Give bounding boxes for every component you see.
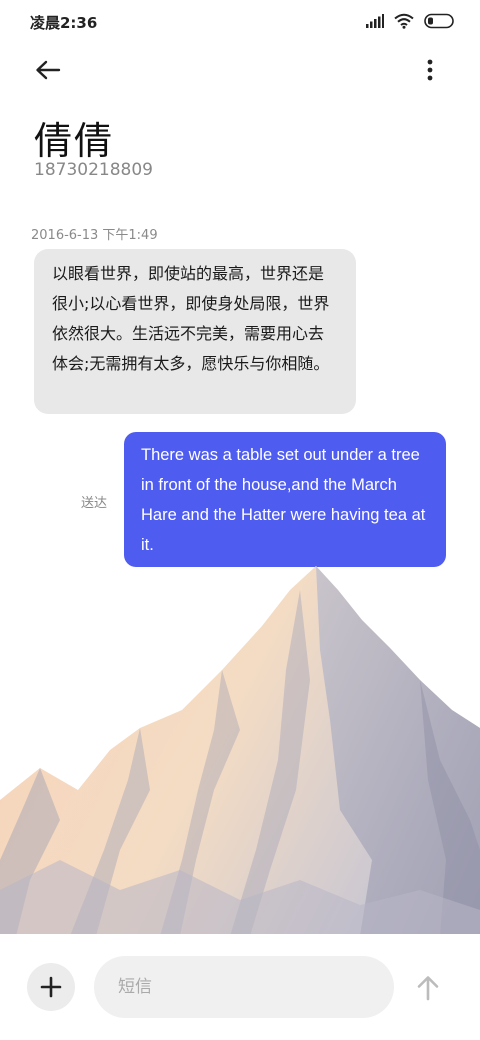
outgoing-message-text: There was a table set out under a tree i… <box>141 446 426 554</box>
more-vertical-icon <box>427 59 433 81</box>
plus-icon <box>40 976 62 998</box>
back-button[interactable] <box>26 50 70 90</box>
header <box>0 42 480 98</box>
contact-number: 18730218809 <box>34 160 153 180</box>
signal-icon <box>366 14 384 28</box>
incoming-message-text: 以眼看世界，即使站的最高，世界还是很小;以心看世界，即使身处局限，世界依然很大。… <box>52 264 330 373</box>
add-attachment-button[interactable] <box>27 963 75 1011</box>
wifi-icon <box>394 13 414 29</box>
composer-bar <box>0 934 480 1040</box>
send-button[interactable] <box>408 968 448 1008</box>
message-timestamp: 2016-6-13 下午1:49 <box>31 228 158 243</box>
arrow-up-icon <box>417 976 439 1001</box>
mountain-wallpaper <box>0 566 480 936</box>
arrow-left-icon <box>36 60 61 80</box>
contact-name: 倩倩 <box>34 119 115 163</box>
message-input[interactable] <box>94 956 394 1018</box>
more-options-button[interactable] <box>414 50 446 90</box>
delivery-status: 送达 <box>81 496 108 511</box>
outgoing-message-bubble[interactable]: There was a table set out under a tree i… <box>124 432 446 567</box>
status-icons <box>366 12 456 30</box>
status-time: 凌晨2:36 <box>30 14 98 32</box>
battery-icon <box>424 13 454 29</box>
incoming-message-bubble[interactable]: 以眼看世界，即使站的最高，世界还是很小;以心看世界，即使身处局限，世界依然很大。… <box>34 249 356 414</box>
status-bar: 凌晨2:36 <box>0 0 480 42</box>
